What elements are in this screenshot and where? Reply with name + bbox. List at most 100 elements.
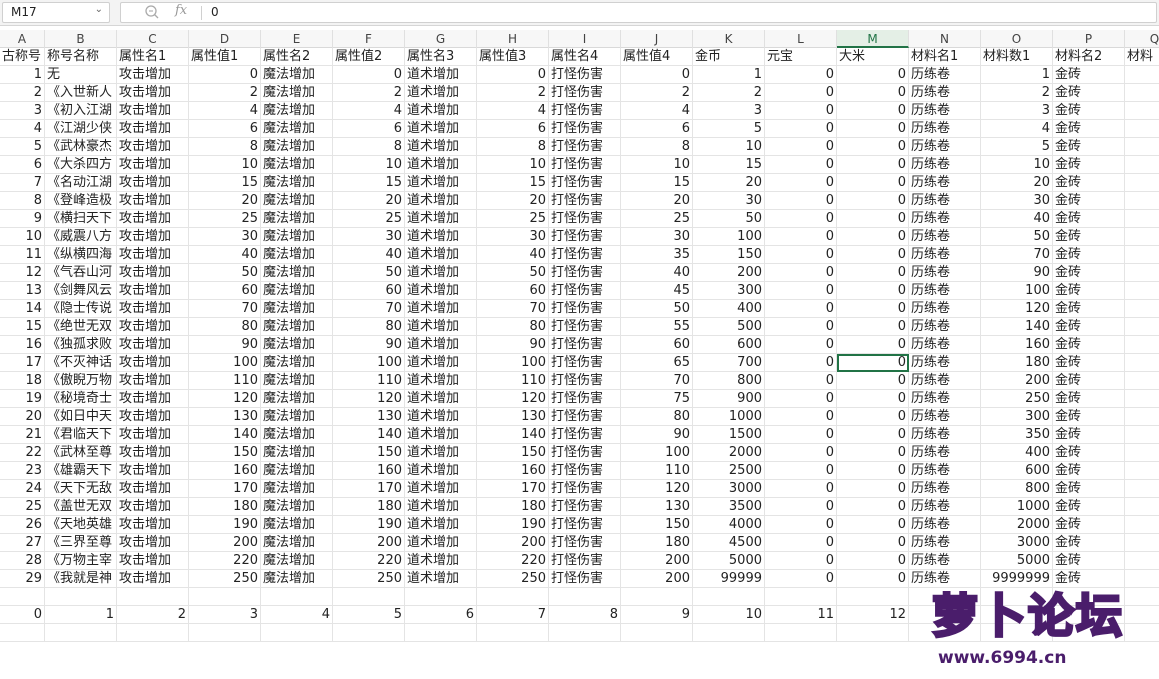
cell-d[interactable]: 100 [189,354,261,372]
cell-p[interactable]: 金砖 [1053,552,1125,570]
cell-k[interactable]: 4500 [693,534,765,552]
cell-d[interactable]: 属性值1 [189,48,261,66]
cell-b[interactable]: 《纵横四海 [45,246,117,264]
column-header-k[interactable]: K [693,30,765,48]
cell-h[interactable]: 90 [477,336,549,354]
cell-o[interactable]: 800 [981,480,1053,498]
cell-i[interactable]: 打怪伤害 [549,354,621,372]
cell-c[interactable]: 攻击增加 [117,390,189,408]
cell-a[interactable] [0,624,45,642]
cell-o[interactable]: 1 [981,66,1053,84]
cell-d[interactable]: 130 [189,408,261,426]
cell-e[interactable]: 魔法增加 [261,120,333,138]
cell-n[interactable] [909,606,981,624]
cell-i[interactable]: 打怪伤害 [549,174,621,192]
cell-e[interactable]: 魔法增加 [261,534,333,552]
cell-f[interactable] [333,588,405,606]
cell-q[interactable] [1125,84,1159,102]
cell-d[interactable]: 20 [189,192,261,210]
cell-q[interactable] [1125,390,1159,408]
cell-h[interactable]: 160 [477,462,549,480]
cell-a[interactable]: 16 [0,336,45,354]
cell-n[interactable]: 历练卷 [909,174,981,192]
cell-p[interactable]: 金砖 [1053,264,1125,282]
cell-e[interactable]: 魔法增加 [261,282,333,300]
cell-b[interactable]: 《独孤求败 [45,336,117,354]
cell-a[interactable]: 22 [0,444,45,462]
cell-j[interactable]: 30 [621,228,693,246]
cell-e[interactable] [261,624,333,642]
cell-k[interactable]: 800 [693,372,765,390]
cell-b[interactable]: 《武林豪杰 [45,138,117,156]
name-box[interactable]: M17 ⌄ [2,2,110,23]
column-header-m[interactable]: M [837,30,909,48]
cell-p[interactable]: 金砖 [1053,372,1125,390]
cell-p[interactable]: 金砖 [1053,462,1125,480]
cell-d[interactable]: 3 [189,606,261,624]
cell-m[interactable]: 0 [837,228,909,246]
cell-e[interactable]: 属性名2 [261,48,333,66]
cell-d[interactable]: 170 [189,480,261,498]
cell-j[interactable] [621,624,693,642]
cell-d[interactable]: 90 [189,336,261,354]
cell-i[interactable]: 打怪伤害 [549,498,621,516]
cell-a[interactable]: 13 [0,282,45,300]
cell-i[interactable]: 打怪伤害 [549,390,621,408]
cell-p[interactable]: 金砖 [1053,408,1125,426]
cell-n[interactable]: 历练卷 [909,264,981,282]
cell-f[interactable]: 20 [333,192,405,210]
cell-e[interactable]: 魔法增加 [261,354,333,372]
cell-h[interactable]: 25 [477,210,549,228]
cell-b[interactable]: 《三界至尊 [45,534,117,552]
cell-k[interactable]: 200 [693,264,765,282]
cell-m[interactable]: 0 [837,318,909,336]
cell-h[interactable]: 30 [477,228,549,246]
cell-n[interactable]: 历练卷 [909,462,981,480]
cell-e[interactable]: 魔法增加 [261,372,333,390]
cell-i[interactable]: 打怪伤害 [549,516,621,534]
cell-k[interactable]: 700 [693,354,765,372]
cell-k[interactable]: 500 [693,318,765,336]
cell-j[interactable]: 15 [621,174,693,192]
cell-c[interactable]: 攻击增加 [117,516,189,534]
cell-l[interactable]: 0 [765,102,837,120]
cell-m[interactable]: 0 [837,462,909,480]
cell-p[interactable]: 金砖 [1053,210,1125,228]
cell-q[interactable] [1125,282,1159,300]
cell-a[interactable]: 1 [0,66,45,84]
column-header-b[interactable]: B [45,30,117,48]
cell-o[interactable]: 10 [981,156,1053,174]
cell-f[interactable]: 190 [333,516,405,534]
cell-d[interactable]: 30 [189,228,261,246]
cell-k[interactable]: 2 [693,84,765,102]
cell-e[interactable]: 魔法增加 [261,210,333,228]
cell-e[interactable]: 魔法增加 [261,570,333,588]
cell-g[interactable]: 道术增加 [405,84,477,102]
cell-k[interactable]: 900 [693,390,765,408]
cell-g[interactable]: 道术增加 [405,408,477,426]
cell-k[interactable]: 2500 [693,462,765,480]
cell-n[interactable]: 材料名1 [909,48,981,66]
cell-m[interactable]: 0 [837,210,909,228]
cell-c[interactable]: 攻击增加 [117,480,189,498]
cell-k[interactable]: 400 [693,300,765,318]
cell-h[interactable]: 250 [477,570,549,588]
zoom-icon[interactable] [143,3,161,21]
cell-o[interactable]: 2000 [981,516,1053,534]
cell-m[interactable]: 0 [837,480,909,498]
cell-o[interactable]: 70 [981,246,1053,264]
cell-o[interactable]: 200 [981,372,1053,390]
cell-g[interactable]: 道术增加 [405,210,477,228]
cell-i[interactable] [549,624,621,642]
cell-d[interactable]: 150 [189,444,261,462]
cell-d[interactable]: 160 [189,462,261,480]
cell-i[interactable]: 打怪伤害 [549,84,621,102]
cell-c[interactable]: 攻击增加 [117,336,189,354]
cell-i[interactable]: 打怪伤害 [549,156,621,174]
cell-n[interactable]: 历练卷 [909,84,981,102]
cell-b[interactable]: 《剑舞风云 [45,282,117,300]
cell-h[interactable]: 2 [477,84,549,102]
cell-o[interactable]: 140 [981,318,1053,336]
cell-e[interactable]: 魔法增加 [261,462,333,480]
cell-e[interactable]: 魔法增加 [261,426,333,444]
